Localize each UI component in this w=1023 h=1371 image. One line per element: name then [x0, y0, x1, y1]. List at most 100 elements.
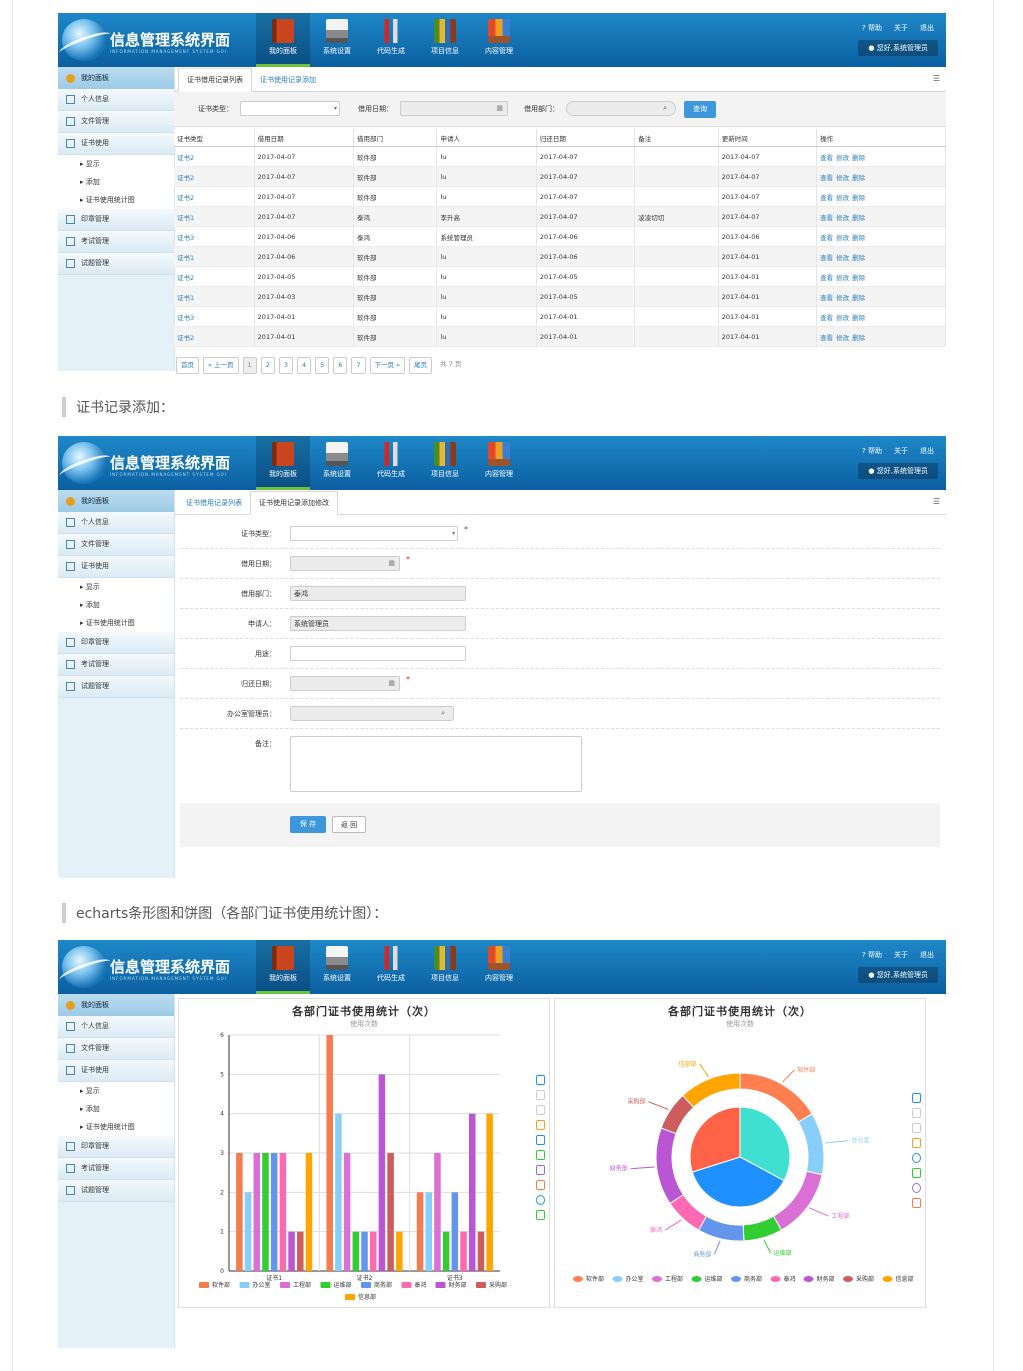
delete-link[interactable]: 删除: [852, 214, 865, 222]
view-link[interactable]: 查看: [820, 174, 833, 182]
page-number-button[interactable]: 4: [296, 357, 312, 374]
edit-link[interactable]: 修改: [836, 154, 849, 162]
type-select[interactable]: ▾: [240, 101, 340, 116]
refresh-icon[interactable]: [536, 1195, 545, 1205]
mark-undo-icon[interactable]: [912, 1108, 921, 1118]
nav-code-generation[interactable]: 代码生成: [364, 940, 418, 994]
sidebar-item-seal[interactable]: 印章管理: [58, 632, 174, 654]
nav-system-settings[interactable]: 系统设置: [310, 940, 364, 994]
cert-type-link[interactable]: 证书2: [174, 326, 255, 347]
page-number-button[interactable]: 6: [333, 357, 348, 374]
tab-add[interactable]: 证书使用记录添加: [252, 69, 324, 91]
view-link[interactable]: 查看: [820, 334, 833, 342]
view-link[interactable]: 查看: [820, 274, 833, 282]
last-page-button[interactable]: 尾页: [409, 357, 433, 374]
view-link[interactable]: 查看: [820, 254, 833, 262]
sidebar-item-files[interactable]: 文件管理: [58, 1038, 174, 1060]
sidebar-item-questions[interactable]: 试题管理: [58, 676, 174, 698]
next-page-button[interactable]: 下一页 »: [369, 357, 406, 374]
nav-project-info[interactable]: 项目信息: [418, 436, 472, 490]
applicant-value[interactable]: 系统管理员: [290, 616, 466, 631]
logout-link[interactable]: 退出: [920, 23, 934, 33]
nav-my-panel[interactable]: 我的面板: [256, 13, 310, 67]
save-image-icon[interactable]: [536, 1210, 545, 1220]
edit-link[interactable]: 修改: [836, 274, 849, 282]
logout-link[interactable]: 退出: [920, 950, 934, 960]
cert-type-link[interactable]: 证书1: [174, 286, 255, 307]
back-button[interactable]: 返 回: [332, 816, 366, 833]
prev-page-button[interactable]: « 上一页: [203, 357, 239, 374]
sidebar-sub-stats[interactable]: ▸ 证书使用统计图: [58, 1118, 174, 1136]
edit-link[interactable]: 修改: [836, 194, 849, 202]
cert-type-link[interactable]: 证书1: [174, 206, 255, 227]
page-number-button[interactable]: 7: [351, 357, 366, 374]
dept-value[interactable]: 泰鸿: [290, 586, 466, 601]
edit-link[interactable]: 修改: [836, 334, 849, 342]
tab-list[interactable]: 证书借用记录列表: [178, 492, 250, 514]
view-link[interactable]: 查看: [820, 214, 833, 222]
bar-chart-icon[interactable]: [536, 1150, 545, 1160]
cert-type-link[interactable]: 证书2: [174, 266, 255, 287]
cert-type-select[interactable]: ▾: [290, 526, 458, 541]
help-link[interactable]: ? 帮助: [862, 950, 882, 960]
edit-link[interactable]: 修改: [836, 174, 849, 182]
sidebar-item-exam[interactable]: 考试管理: [58, 231, 174, 253]
sidebar-sub-add[interactable]: ▸ 添加: [58, 596, 174, 614]
delete-link[interactable]: 删除: [852, 234, 865, 242]
sidebar-item-exam[interactable]: 考试管理: [58, 1158, 174, 1180]
nav-code-generation[interactable]: 代码生成: [364, 13, 418, 67]
sidebar-item-cert[interactable]: 证书使用: [58, 133, 174, 155]
view-link[interactable]: 查看: [820, 314, 833, 322]
nav-project-info[interactable]: 项目信息: [418, 13, 472, 67]
nav-content-management[interactable]: 内容管理: [472, 940, 526, 994]
dept-input[interactable]: ⌕: [566, 101, 676, 116]
page-number-button[interactable]: 2: [260, 357, 275, 374]
cert-type-link[interactable]: 证书3: [174, 226, 255, 247]
sidebar-item-questions[interactable]: 试题管理: [58, 253, 174, 275]
mark-icon[interactable]: [536, 1075, 545, 1085]
first-page-button[interactable]: 首页: [176, 357, 199, 374]
sidebar-head[interactable]: 我的面板: [58, 994, 174, 1016]
sidebar-sub-stats[interactable]: ▸ 证书使用统计图: [58, 191, 174, 209]
sidebar-item-seal[interactable]: 印章管理: [58, 209, 174, 231]
sidebar-sub-show[interactable]: ▸ 显示: [58, 578, 174, 596]
mark-clear-icon[interactable]: [912, 1123, 921, 1133]
data-view-icon[interactable]: [912, 1138, 921, 1148]
menu-icon[interactable]: ☰: [933, 497, 940, 506]
pie-switch-icon[interactable]: [912, 1153, 921, 1163]
sidebar-item-files[interactable]: 文件管理: [58, 111, 174, 133]
help-link[interactable]: ? 帮助: [862, 23, 882, 33]
menu-icon[interactable]: ☰: [933, 74, 940, 83]
view-link[interactable]: 查看: [820, 234, 833, 242]
sidebar-item-personal[interactable]: 个人信息: [58, 1016, 174, 1038]
cert-type-link[interactable]: 证书3: [174, 306, 255, 327]
nav-my-panel[interactable]: 我的面板: [256, 436, 310, 490]
office-admin-input[interactable]: ⌕: [290, 706, 454, 721]
sidebar-sub-add[interactable]: ▸ 添加: [58, 173, 174, 191]
nav-content-management[interactable]: 内容管理: [472, 13, 526, 67]
cert-type-link[interactable]: 证书1: [174, 246, 255, 267]
mark-clear-icon[interactable]: [536, 1105, 545, 1115]
nav-system-settings[interactable]: 系统设置: [310, 436, 364, 490]
delete-link[interactable]: 删除: [852, 174, 865, 182]
sidebar-item-seal[interactable]: 印章管理: [58, 1136, 174, 1158]
view-link[interactable]: 查看: [820, 154, 833, 162]
sidebar-item-questions[interactable]: 试题管理: [58, 1180, 174, 1202]
page-number-button[interactable]: 5: [315, 357, 330, 374]
save-image-icon[interactable]: [912, 1198, 921, 1208]
sidebar-item-personal[interactable]: 个人信息: [58, 89, 174, 111]
save-button[interactable]: 保 存: [290, 816, 326, 833]
funnel-icon[interactable]: [912, 1168, 921, 1178]
refresh-icon[interactable]: [912, 1183, 921, 1193]
sidebar-sub-add[interactable]: ▸ 添加: [58, 1100, 174, 1118]
about-link[interactable]: 关于: [894, 950, 908, 960]
delete-link[interactable]: 删除: [852, 334, 865, 342]
line-chart-icon[interactable]: [536, 1135, 545, 1145]
sidebar-item-files[interactable]: 文件管理: [58, 534, 174, 556]
delete-link[interactable]: 删除: [852, 314, 865, 322]
tab-add-edit[interactable]: 证书使用记录添加修改: [250, 491, 338, 515]
help-link[interactable]: ? 帮助: [862, 446, 882, 456]
nav-content-management[interactable]: 内容管理: [472, 436, 526, 490]
date-input[interactable]: ▦: [400, 101, 508, 116]
borrow-date-input[interactable]: ▦: [290, 556, 400, 571]
